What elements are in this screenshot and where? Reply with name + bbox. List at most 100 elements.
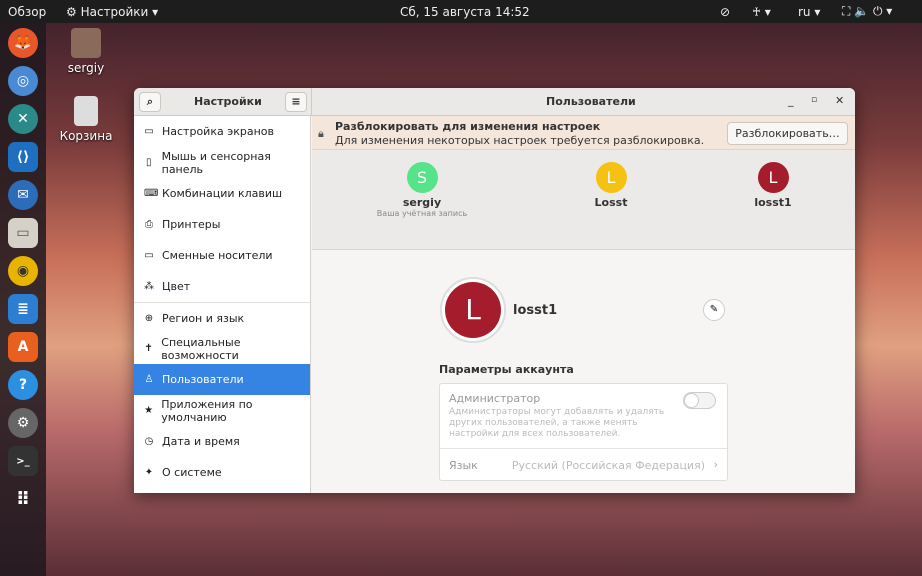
clock[interactable]: Сб, 15 августа 14:52 (400, 5, 530, 19)
no-disturb-icon[interactable]: ⊘ (720, 5, 730, 19)
help-icon[interactable]: ? (8, 370, 38, 400)
sidebar-item-label: Сменные носители (162, 249, 273, 262)
header-bar: ⌕ Настройки ≡ Пользователи _ ▫ ✕ (134, 88, 855, 116)
sidebar-item[interactable]: ⊕ Регион и язык (134, 302, 310, 333)
top-bar: Обзор ⚙ Настройки ▾ Сб, 15 августа 14:52… (0, 0, 922, 23)
writer-icon[interactable]: ≣ (8, 294, 38, 324)
user-name: Losst (594, 196, 628, 209)
user-avatar: L (757, 162, 789, 193)
pencil-icon: ✎ (709, 304, 719, 315)
trash-label: Корзина (59, 129, 113, 143)
account-settings: Администратор Администраторы могут добав… (439, 383, 728, 481)
keyboard-icon: ⌨ (144, 188, 159, 199)
app-menu[interactable]: ⚙ Настройки ▾ (66, 5, 158, 19)
settings-icon[interactable]: ⚙ (8, 408, 38, 438)
lock-icon: 🔒︎ (318, 127, 324, 140)
rhythmbox-icon[interactable]: ◉ (8, 256, 38, 286)
admin-description: Администраторы могут добавлять и удалять… (449, 407, 665, 439)
star-icon: ★ (144, 405, 154, 416)
gear-icon: ⚙ (66, 4, 81, 19)
media-icon: ▭ (144, 250, 154, 261)
desktop-home[interactable]: sergiy (56, 28, 116, 75)
files-icon[interactable]: ▭ (8, 218, 38, 248)
user-avatar[interactable]: L (440, 277, 506, 343)
accessibility-icon: ✝ (144, 343, 153, 354)
software-icon[interactable]: A (8, 332, 38, 362)
desktop-trash[interactable]: Корзина (56, 96, 116, 143)
hamburger-icon: ≡ (291, 95, 301, 108)
settings-window: ⌕ Настройки ≡ Пользователи _ ▫ ✕ ▭ Настро… (134, 88, 855, 493)
user-name: sergiy (402, 196, 442, 209)
sidebar-item-label: Регион и язык (162, 311, 245, 325)
sidebar-item-label: Приложения по умолчанию (161, 397, 253, 424)
sidebar-item[interactable]: ⎙ Принтеры (134, 209, 310, 240)
sidebar-item[interactable]: ▭ Сменные носители (134, 240, 310, 271)
sidebar-item[interactable]: ⌨ Комбинации клавиш (134, 178, 310, 209)
user-tile[interactable]: Ssergiy Ваша учётная запись (362, 162, 482, 218)
users-panel: 🔒︎ Разблокировать для изменения настроек… (312, 116, 855, 493)
chevron-right-icon: › (713, 458, 718, 471)
info-icon: ✦ (144, 467, 154, 478)
sidebar-item[interactable]: ♙ Пользователи (134, 364, 310, 395)
language-row[interactable]: Язык Русский (Российская Федерация) › (440, 449, 727, 481)
page-title: Пользователи (546, 95, 636, 108)
unlock-banner: 🔒︎ Разблокировать для изменения настроек… (312, 116, 855, 150)
sidebar-item-label: Принтеры (162, 218, 221, 231)
avatar-initial: L (445, 282, 501, 338)
crossover-icon[interactable]: ✕ (8, 104, 38, 134)
sidebar-item-label: О системе (162, 466, 222, 479)
user-icon: ♙ (144, 374, 154, 385)
sidebar-item-label: Дата и время (162, 435, 240, 448)
display-icon: ▭ (144, 126, 154, 137)
user-subtitle: Ваша учётная запись (376, 209, 468, 218)
mouse-icon: ▯ (146, 157, 152, 168)
thunderbird-icon[interactable]: ✉ (8, 180, 38, 210)
search-icon: ⌕ (146, 95, 154, 108)
globe-icon: ⊕ (144, 312, 154, 324)
search-button[interactable]: ⌕ (139, 92, 161, 112)
firefox-icon[interactable]: 🦊 (8, 28, 38, 58)
clock-icon: ◷ (144, 436, 154, 447)
language-menu[interactable]: ru ▾ (798, 5, 820, 19)
sidebar-item-label: Пользователи (162, 373, 244, 386)
account-heading: Параметры аккаунта (439, 363, 574, 376)
sidebar-item[interactable]: ▭ Настройка экранов (134, 116, 310, 147)
vscode-icon[interactable]: ⟨⟩ (8, 142, 38, 172)
sidebar-item[interactable]: ★ Приложения по умолчанию (134, 395, 310, 426)
maximize-button[interactable]: ▫ (811, 95, 817, 105)
user-tile[interactable]: Llosst1 (713, 162, 833, 209)
accessibility-menu[interactable]: ♰ ▾ (752, 5, 771, 19)
banner-title: Разблокировать для изменения настроек (335, 120, 601, 133)
sidebar-item[interactable]: ▯ Мышь и сенсорная панель (134, 147, 310, 178)
chromium-icon[interactable]: ◎ (8, 66, 38, 96)
trash-icon (74, 96, 98, 126)
unlock-button[interactable]: Разблокировать… (727, 122, 848, 145)
user-avatar: L (595, 162, 627, 193)
edit-name-button[interactable]: ✎ (703, 299, 725, 321)
sidebar-item[interactable]: ✦ О системе (134, 457, 310, 488)
menu-button[interactable]: ≡ (285, 92, 307, 112)
language-value: Русский (Российская Федерация) (511, 459, 705, 472)
minimize-button[interactable]: _ (788, 94, 794, 107)
sidebar-item[interactable]: ⁂ Цвет (134, 271, 310, 302)
system-menu[interactable]: ⛶ 🔈 ⏻ ▾ (842, 4, 892, 19)
sidebar-title: Настройки (194, 95, 262, 108)
show-apps-icon[interactable]: ⠿ (8, 484, 38, 514)
user-name: losst1 (513, 303, 558, 318)
language-label: Язык (449, 459, 478, 472)
user-tile[interactable]: L Losst (551, 162, 671, 209)
overview-button[interactable]: Обзор (8, 5, 46, 19)
close-button[interactable]: ✕ (835, 94, 844, 107)
color-icon: ⁂ (144, 281, 154, 292)
banner-subtitle: Для изменения некоторых настроек требует… (335, 134, 705, 147)
sidebar-item[interactable]: ◷ Дата и время (134, 426, 310, 457)
sidebar: ▭ Настройка экранов ▯ Мышь и сенсорная пане… (134, 116, 311, 493)
sidebar-item[interactable]: ✝ Специальные возможности (134, 333, 310, 364)
printer-icon: ⎙ (145, 219, 153, 230)
terminal-icon[interactable]: >_ (8, 446, 38, 476)
admin-label: Администратор (449, 392, 541, 405)
sidebar-item-label: Настройка экранов (162, 125, 275, 138)
home-label: sergiy (67, 61, 105, 75)
sidebar-item-label: Комбинации клавиш (162, 187, 283, 200)
user-name: losst1 (754, 196, 792, 209)
